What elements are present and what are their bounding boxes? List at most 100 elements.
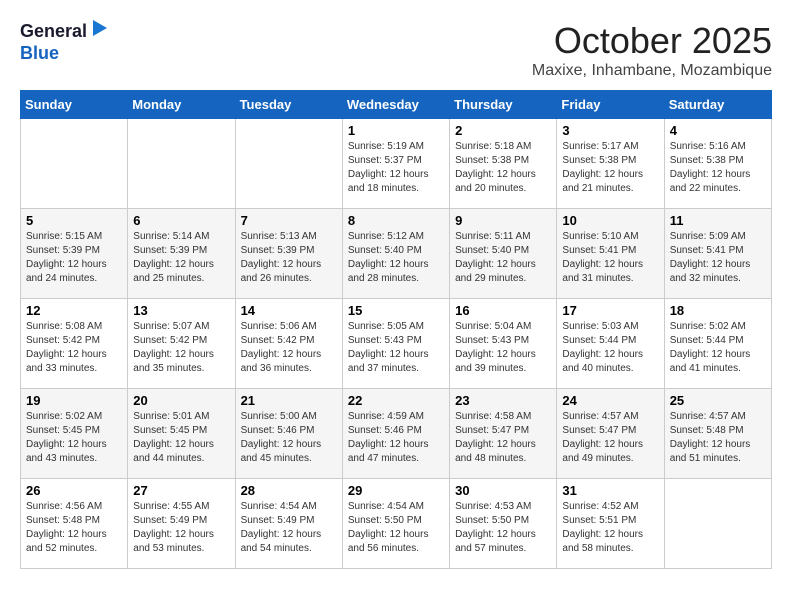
calendar-cell: 22 Sunrise: 4:59 AMSunset: 5:46 PMDayligh…: [342, 389, 449, 479]
day-info: Sunrise: 5:09 AMSunset: 5:41 PMDaylight:…: [670, 230, 766, 286]
calendar-cell: 4Sunrise: 5:16 AMSunset: 5:38 PMDaylight…: [664, 119, 771, 209]
day-number: 18: [670, 303, 766, 318]
calendar-cell: 12 Sunrise: 5:08 AMSunset: 5:42 PMDayligh…: [21, 299, 128, 389]
day-number: 26: [26, 483, 122, 498]
day-info: Sunrise: 5:11 AMSunset: 5:40 PMDaylight:…: [455, 230, 551, 286]
day-number: 16: [455, 303, 551, 318]
day-info: Sunrise: 5:19 AMSunset: 5:37 PMDaylight:…: [348, 140, 444, 196]
logo-arrow-icon: [89, 20, 107, 38]
calendar-cell: 13 Sunrise: 5:07 AMSunset: 5:42 PMDayligh…: [128, 299, 235, 389]
day-info: Sunrise: 5:02 AMSunset: 5:45 PMDaylight:…: [26, 410, 122, 466]
calendar-cell: 31 Sunrise: 4:52 AMSunset: 5:51 PMDayligh…: [557, 479, 664, 569]
calendar-cell: 7 Sunrise: 5:13 AMSunset: 5:39 PMDaylight…: [235, 209, 342, 299]
calendar-cell: 5 Sunrise: 5:15 AMSunset: 5:39 PMDaylight…: [21, 209, 128, 299]
day-number: 2: [455, 123, 551, 138]
day-number: 3: [562, 123, 658, 138]
day-number: 28: [241, 483, 337, 498]
weekday-header-row: SundayMondayTuesdayWednesdayThursdayFrid…: [21, 91, 772, 119]
day-info: Sunrise: 4:57 AMSunset: 5:48 PMDaylight:…: [670, 410, 766, 466]
day-info: Sunrise: 4:55 AMSunset: 5:49 PMDaylight:…: [133, 500, 229, 556]
day-info: Sunrise: 5:14 AMSunset: 5:39 PMDaylight:…: [133, 230, 229, 286]
day-number: 10: [562, 213, 658, 228]
logo-blue-text: Blue: [20, 43, 59, 63]
day-number: 12: [26, 303, 122, 318]
calendar-cell: 30 Sunrise: 4:53 AMSunset: 5:50 PMDayligh…: [450, 479, 557, 569]
day-number: 20: [133, 393, 229, 408]
calendar-cell: 23 Sunrise: 4:58 AMSunset: 5:47 PMDayligh…: [450, 389, 557, 479]
calendar-cell: 16 Sunrise: 5:04 AMSunset: 5:43 PMDayligh…: [450, 299, 557, 389]
day-number: 8: [348, 213, 444, 228]
calendar-cell: 2 Sunrise: 5:18 AMSunset: 5:38 PMDaylight…: [450, 119, 557, 209]
calendar-cell: 24Sunrise: 4:57 AMSunset: 5:47 PMDayligh…: [557, 389, 664, 479]
day-number: 9: [455, 213, 551, 228]
calendar-cell: 26 Sunrise: 4:56 AMSunset: 5:48 PMDayligh…: [21, 479, 128, 569]
day-number: 27: [133, 483, 229, 498]
location-title: Maxixe, Inhambane, Mozambique: [532, 62, 772, 80]
day-number: 5: [26, 213, 122, 228]
day-number: 23: [455, 393, 551, 408]
calendar-table: SundayMondayTuesdayWednesdayThursdayFrid…: [20, 90, 772, 569]
day-info: Sunrise: 5:12 AMSunset: 5:40 PMDaylight:…: [348, 230, 444, 286]
week-row-4: 19Sunrise: 5:02 AMSunset: 5:45 PMDayligh…: [21, 389, 772, 479]
day-info: Sunrise: 4:53 AMSunset: 5:50 PMDaylight:…: [455, 500, 551, 556]
day-number: 29: [348, 483, 444, 498]
day-number: 7: [241, 213, 337, 228]
day-number: 21: [241, 393, 337, 408]
day-number: 30: [455, 483, 551, 498]
day-info: Sunrise: 5:02 AMSunset: 5:44 PMDaylight:…: [670, 320, 766, 376]
day-info: Sunrise: 5:04 AMSunset: 5:43 PMDaylight:…: [455, 320, 551, 376]
day-number: 13: [133, 303, 229, 318]
weekday-header-tuesday: Tuesday: [235, 91, 342, 119]
day-info: Sunrise: 4:59 AMSunset: 5:46 PMDaylight:…: [348, 410, 444, 466]
calendar-cell: 18 Sunrise: 5:02 AMSunset: 5:44 PMDayligh…: [664, 299, 771, 389]
day-number: 14: [241, 303, 337, 318]
weekday-header-friday: Friday: [557, 91, 664, 119]
calendar-cell: [235, 119, 342, 209]
weekday-header-sunday: Sunday: [21, 91, 128, 119]
calendar-cell: 1 Sunrise: 5:19 AMSunset: 5:37 PMDaylight…: [342, 119, 449, 209]
day-info: Sunrise: 4:52 AMSunset: 5:51 PMDaylight:…: [562, 500, 658, 556]
calendar-cell: 20 Sunrise: 5:01 AMSunset: 5:45 PMDayligh…: [128, 389, 235, 479]
day-info: Sunrise: 4:58 AMSunset: 5:47 PMDaylight:…: [455, 410, 551, 466]
day-info: Sunrise: 5:01 AMSunset: 5:45 PMDaylight:…: [133, 410, 229, 466]
calendar-cell: [21, 119, 128, 209]
calendar-cell: 29 Sunrise: 4:54 AMSunset: 5:50 PMDayligh…: [342, 479, 449, 569]
day-info: Sunrise: 5:18 AMSunset: 5:38 PMDaylight:…: [455, 140, 551, 196]
calendar-cell: 19Sunrise: 5:02 AMSunset: 5:45 PMDayligh…: [21, 389, 128, 479]
calendar-cell: 25 Sunrise: 4:57 AMSunset: 5:48 PMDayligh…: [664, 389, 771, 479]
day-info: Sunrise: 5:13 AMSunset: 5:39 PMDaylight:…: [241, 230, 337, 286]
weekday-header-monday: Monday: [128, 91, 235, 119]
calendar-cell: 10 Sunrise: 5:10 AMSunset: 5:41 PMDayligh…: [557, 209, 664, 299]
calendar-cell: 21 Sunrise: 5:00 AMSunset: 5:46 PMDayligh…: [235, 389, 342, 479]
day-info: Sunrise: 5:00 AMSunset: 5:46 PMDaylight:…: [241, 410, 337, 466]
day-number: 31: [562, 483, 658, 498]
calendar-cell: 8 Sunrise: 5:12 AMSunset: 5:40 PMDaylight…: [342, 209, 449, 299]
day-info: Sunrise: 4:54 AMSunset: 5:50 PMDaylight:…: [348, 500, 444, 556]
day-info: Sunrise: 4:56 AMSunset: 5:48 PMDaylight:…: [26, 500, 122, 556]
day-info: Sunrise: 4:54 AMSunset: 5:49 PMDaylight:…: [241, 500, 337, 556]
day-info: Sunrise: 5:06 AMSunset: 5:42 PMDaylight:…: [241, 320, 337, 376]
week-row-2: 5 Sunrise: 5:15 AMSunset: 5:39 PMDaylight…: [21, 209, 772, 299]
day-info: Sunrise: 5:15 AMSunset: 5:39 PMDaylight:…: [26, 230, 122, 286]
calendar-cell: 3 Sunrise: 5:17 AMSunset: 5:38 PMDaylight…: [557, 119, 664, 209]
day-info: Sunrise: 5:10 AMSunset: 5:41 PMDaylight:…: [562, 230, 658, 286]
title-section: October 2025 Maxixe, Inhambane, Mozambiq…: [532, 20, 772, 80]
day-info: Sunrise: 5:05 AMSunset: 5:43 PMDaylight:…: [348, 320, 444, 376]
day-info: Sunrise: 5:08 AMSunset: 5:42 PMDaylight:…: [26, 320, 122, 376]
day-number: 1: [348, 123, 444, 138]
day-number: 22: [348, 393, 444, 408]
weekday-header-wednesday: Wednesday: [342, 91, 449, 119]
day-info: Sunrise: 5:07 AMSunset: 5:42 PMDaylight:…: [133, 320, 229, 376]
day-number: 25: [670, 393, 766, 408]
weekday-header-thursday: Thursday: [450, 91, 557, 119]
day-info: Sunrise: 4:57 AMSunset: 5:47 PMDaylight:…: [562, 410, 658, 466]
calendar-cell: 28 Sunrise: 4:54 AMSunset: 5:49 PMDayligh…: [235, 479, 342, 569]
calendar-cell: [128, 119, 235, 209]
day-number: 11: [670, 213, 766, 228]
calendar-cell: 17Sunrise: 5:03 AMSunset: 5:44 PMDayligh…: [557, 299, 664, 389]
calendar-cell: 27 Sunrise: 4:55 AMSunset: 5:49 PMDayligh…: [128, 479, 235, 569]
day-info: Sunrise: 5:17 AMSunset: 5:38 PMDaylight:…: [562, 140, 658, 196]
week-row-3: 12 Sunrise: 5:08 AMSunset: 5:42 PMDayligh…: [21, 299, 772, 389]
weekday-header-saturday: Saturday: [664, 91, 771, 119]
week-row-5: 26 Sunrise: 4:56 AMSunset: 5:48 PMDayligh…: [21, 479, 772, 569]
